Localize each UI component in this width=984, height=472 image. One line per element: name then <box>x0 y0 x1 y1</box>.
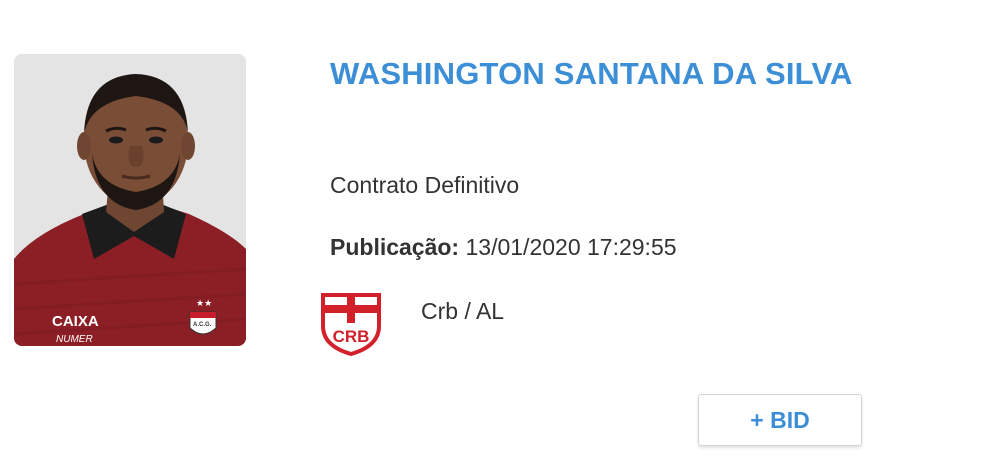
bid-button[interactable]: + BID <box>698 394 862 446</box>
crb-shield-icon: CRB <box>320 292 382 357</box>
jersey-sub-sponsor: NUMER <box>56 334 93 345</box>
contract-type: Contrato Definitivo <box>330 172 520 198</box>
crb-logo-text: CRB <box>333 327 370 346</box>
player-photo: ★★ CAIXA NUMER A.C.G. <box>14 54 246 346</box>
player-card: ★★ CAIXA NUMER A.C.G. WASHINGTON SANTANA… <box>0 0 984 472</box>
club-name: Crb / AL <box>421 298 505 324</box>
svg-text:★★: ★★ <box>196 299 212 309</box>
publication-label: Publicação: <box>330 234 460 260</box>
jersey-sponsor: CAIXA <box>52 313 99 330</box>
player-name: WASHINGTON SANTANA DA SILVA <box>330 56 853 91</box>
publication-row: Publicação: 13/01/2020 17:29:55 <box>330 234 677 261</box>
jersey-badge: A.C.G. <box>193 322 212 328</box>
publication-date: 13/01/2020 17:29:55 <box>465 234 677 260</box>
